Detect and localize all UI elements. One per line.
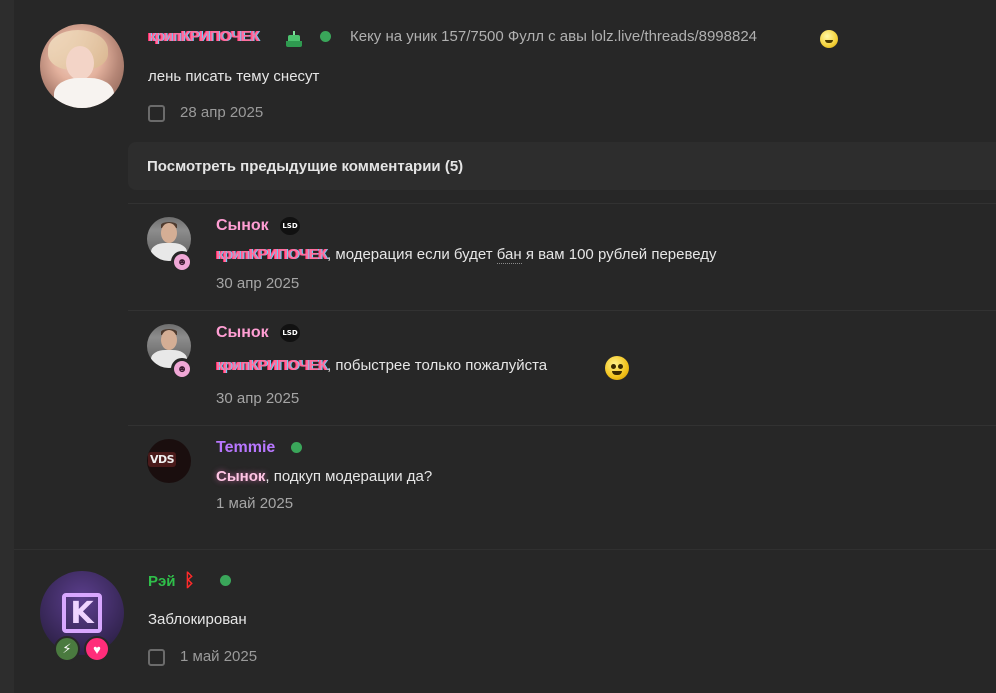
tooltip-word[interactable]: бан xyxy=(496,246,522,264)
comment-text: Сынок, подкуп модерации да? xyxy=(216,468,433,485)
emoji-icon xyxy=(605,356,629,380)
online-indicator xyxy=(320,31,331,42)
online-indicator xyxy=(220,575,231,586)
lsd-badge-icon: LSD xyxy=(280,324,300,342)
comment-item: ☻ Сынок LSD крипКРИПОЧЕК, модерация если… xyxy=(128,203,996,310)
comment-item: VDS Temmie Сынок, подкуп модерации да? 1… xyxy=(128,425,996,548)
mention-link[interactable]: Сынок xyxy=(216,468,265,485)
lightning-icon: ⚡ xyxy=(54,636,80,662)
comment-date[interactable]: 30 апр 2025 xyxy=(216,275,299,292)
select-checkbox[interactable] xyxy=(148,649,165,666)
online-indicator xyxy=(291,442,302,453)
comment-item: ☻ Сынок LSD крипКРИПОЧЕК, побыстрее толь… xyxy=(128,310,996,425)
post-message: лень писать тему снесут xyxy=(148,68,320,85)
birthday-cake-icon xyxy=(286,31,302,47)
page: крипКРИПОЧЕК Кеку на уник 157/7500 Фулл … xyxy=(0,0,996,693)
smiley-icon xyxy=(820,30,838,48)
profile-post: K ⚡ ♥ Рэй ᛒ Заблокирован 1 май 2025 xyxy=(14,549,996,693)
post-date[interactable]: 28 апр 2025 xyxy=(180,104,263,121)
lsd-badge-icon: LSD xyxy=(280,217,300,235)
mention-link[interactable]: крипКРИПОЧЕК xyxy=(216,246,328,263)
mention-link[interactable]: крипКРИПОЧЕК xyxy=(216,357,328,374)
comment-text: крипКРИПОЧЕК, модерация если будет бан я… xyxy=(216,246,717,264)
comment-avatar[interactable]: VDS xyxy=(147,439,191,483)
avatar[interactable] xyxy=(40,24,124,108)
left-gutter xyxy=(0,0,14,693)
user-badge-icon: ☻ xyxy=(171,358,193,380)
post-date[interactable]: 1 май 2025 xyxy=(180,648,257,665)
user-status-text: Кеку на уник 157/7500 Фулл с авы lolz.li… xyxy=(350,28,758,45)
user-badge-icon: ☻ xyxy=(171,251,193,273)
comment-text: крипКРИПОЧЕК, побыстрее только пожалуйст… xyxy=(216,357,548,374)
show-previous-comments-label: Посмотреть предыдущие комментарии (5) xyxy=(147,157,464,175)
select-checkbox[interactable] xyxy=(148,105,165,122)
post-author-name[interactable]: Рэй xyxy=(148,573,176,590)
comment-author-name[interactable]: Сынок xyxy=(216,217,269,235)
avatar-badges: ⚡ ♥ xyxy=(54,636,110,662)
heart-icon: ♥ xyxy=(84,636,110,662)
show-previous-comments-button[interactable]: Посмотреть предыдущие комментарии (5) xyxy=(128,142,996,190)
comment-date[interactable]: 30 апр 2025 xyxy=(216,390,299,407)
post-author-name[interactable]: крипКРИПОЧЕК xyxy=(148,28,260,45)
post-message: Заблокирован xyxy=(148,611,247,628)
comment-author-name[interactable]: Сынок xyxy=(216,324,269,342)
profile-post: крипКРИПОЧЕК Кеку на уник 157/7500 Фулл … xyxy=(14,0,996,548)
comment-author-name[interactable]: Temmie xyxy=(216,439,275,457)
rune-icon: ᛒ xyxy=(184,570,195,590)
comment-date[interactable]: 1 май 2025 xyxy=(216,495,293,512)
